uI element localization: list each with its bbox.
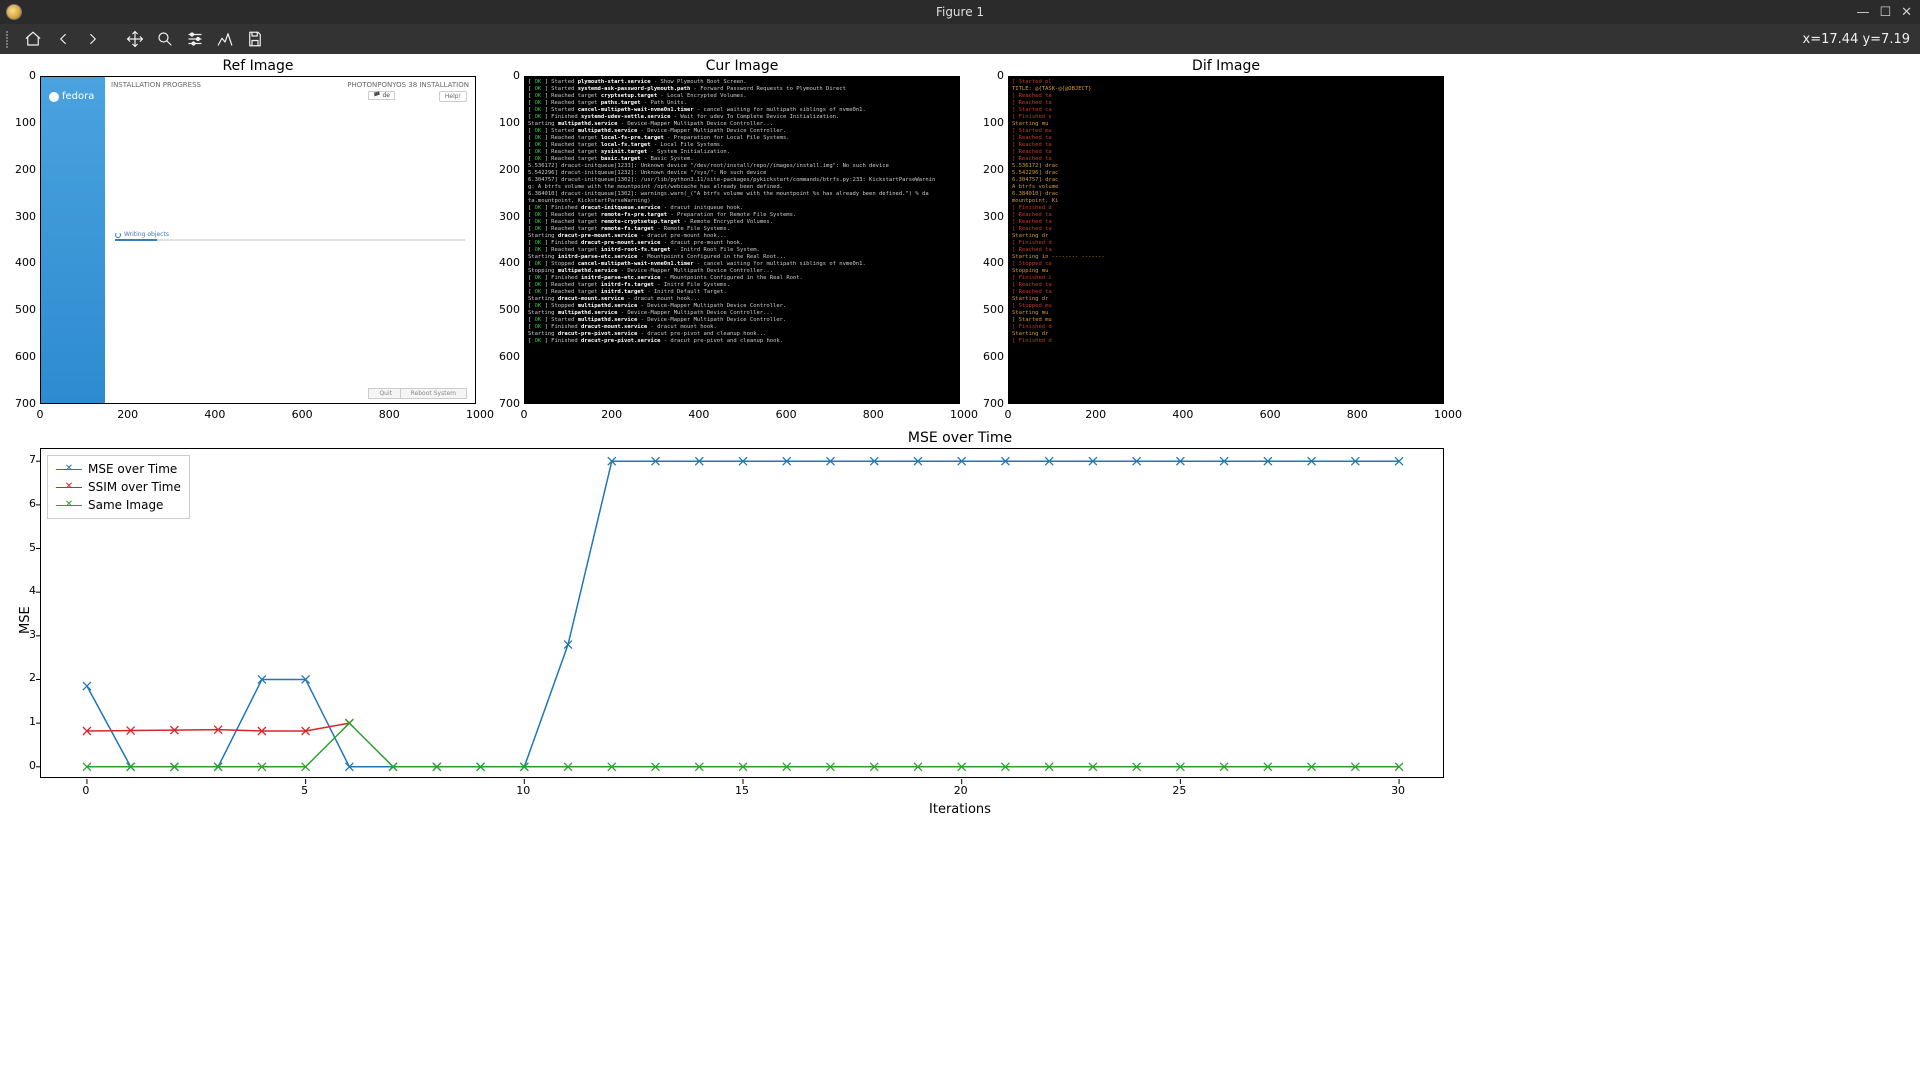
ref-head-right: PHOTONPONYOS 38 INSTALLATION bbox=[347, 81, 469, 89]
ref-image-content: fedora INSTALLATION PROGRESS PHOTONPONYO… bbox=[41, 77, 475, 403]
close-icon[interactable]: ✕ bbox=[1901, 5, 1912, 20]
ref-lang: 🏴 de bbox=[368, 91, 395, 100]
configure-icon[interactable] bbox=[182, 26, 208, 52]
ref-brand: fedora bbox=[62, 91, 94, 102]
dif-axes[interactable]: ] Started plTITLE: @{TASK-@{@OBJECT}] Re… bbox=[1008, 76, 1444, 404]
chart-axes[interactable]: MSE over TimeSSIM over TimeSame Image bbox=[40, 448, 1444, 778]
toolbar-grip bbox=[6, 31, 12, 48]
ref-quit-button: Quit bbox=[368, 388, 403, 399]
ref-title: Ref Image bbox=[40, 58, 476, 74]
zoom-icon[interactable] bbox=[152, 26, 178, 52]
chart-xlabel: Iterations bbox=[0, 802, 1920, 817]
ref-head-left: INSTALLATION PROGRESS bbox=[111, 81, 201, 89]
ref-status-text: Writing objects bbox=[124, 231, 169, 238]
maximize-icon[interactable]: ☐ bbox=[1879, 5, 1891, 20]
dif-title: Dif Image bbox=[1008, 58, 1444, 74]
window-title: Figure 1 bbox=[936, 5, 984, 19]
ref-axes[interactable]: fedora INSTALLATION PROGRESS PHOTONPONYO… bbox=[40, 76, 476, 404]
subplot-cur: Cur Image [ OK ] Started plymouth-start.… bbox=[524, 76, 960, 404]
forward-icon[interactable] bbox=[80, 26, 106, 52]
dif-image-content: ] Started plTITLE: @{TASK-@{@OBJECT}] Re… bbox=[1009, 77, 1443, 403]
minimize-icon[interactable]: — bbox=[1856, 5, 1869, 20]
edit-axes-icon[interactable] bbox=[212, 26, 238, 52]
subplot-ref: Ref Image fedora INSTALLATION PROGRESS P… bbox=[40, 76, 476, 404]
back-icon[interactable] bbox=[50, 26, 76, 52]
ref-help-button: Help! bbox=[439, 91, 467, 102]
cursor-coord: x=17.44 y=7.19 bbox=[1803, 32, 1910, 47]
cur-image-content: [ OK ] Started plymouth-start.service - … bbox=[525, 77, 959, 403]
cur-axes[interactable]: [ OK ] Started plymouth-start.service - … bbox=[524, 76, 960, 404]
save-icon[interactable] bbox=[242, 26, 268, 52]
cur-title: Cur Image bbox=[524, 58, 960, 74]
home-icon[interactable] bbox=[20, 26, 46, 52]
ref-reboot-button: Reboot System bbox=[400, 388, 467, 399]
subplot-dif: Dif Image ] Started plTITLE: @{TASK-@{@O… bbox=[1008, 76, 1444, 404]
mpl-toolbar: x=17.44 y=7.19 bbox=[0, 24, 1920, 54]
window-titlebar: Figure 1 — ☐ ✕ bbox=[0, 0, 1920, 24]
app-icon bbox=[6, 4, 22, 20]
figure-canvas: Ref Image fedora INSTALLATION PROGRESS P… bbox=[0, 54, 1920, 1080]
pan-icon[interactable] bbox=[122, 26, 148, 52]
chart-legend: MSE over TimeSSIM over TimeSame Image bbox=[47, 455, 190, 519]
chart-title: MSE over Time bbox=[40, 430, 1880, 446]
